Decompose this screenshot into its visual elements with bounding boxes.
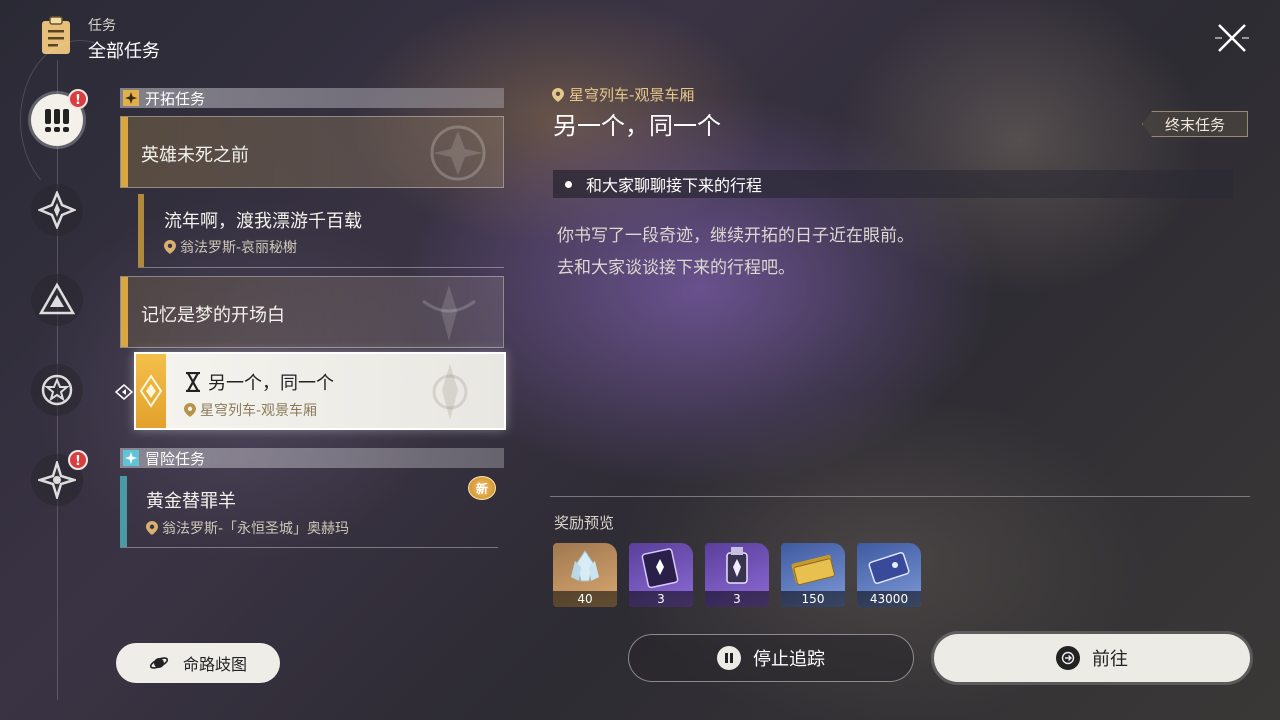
path-map-label: 命路歧图	[182, 655, 247, 674]
divider	[550, 496, 1250, 497]
purple-lantern-icon	[726, 547, 748, 584]
rail-companion-button[interactable]	[31, 274, 83, 326]
quest-emblem-icon	[432, 364, 468, 420]
reward-quantity: 150	[781, 591, 845, 607]
reward-item[interactable]: 3	[705, 543, 769, 607]
quest-title-row: 另一个，同一个	[184, 369, 334, 395]
quest-item[interactable]: 流年啊，渡我漂游千百载 翁法罗斯-哀丽秘榭	[138, 194, 504, 268]
star-badge-icon	[41, 374, 73, 406]
quest-title: 流年啊，渡我漂游千百载	[164, 211, 362, 232]
planet-icon	[149, 657, 169, 669]
reward-quantity: 3	[629, 591, 693, 607]
quest-emblem-icon	[430, 125, 486, 181]
reward-item[interactable]: 150	[781, 543, 845, 607]
quest-accent-bar	[121, 277, 128, 347]
quest-location-text: 翁法罗斯-「永恒圣城」奥赫玛	[162, 521, 350, 537]
triangle-icon	[38, 282, 76, 315]
location-pin-icon	[146, 521, 158, 535]
reward-item[interactable]: 43000	[857, 543, 921, 607]
header-section-label: 任务	[88, 18, 116, 34]
description-line: 去和大家谈谈接下来的行程吧。	[557, 258, 795, 278]
hourglass-icon	[186, 372, 200, 392]
quest-location: 翁法罗斯-哀丽秘榭	[164, 237, 297, 257]
location-pin-icon	[164, 240, 176, 254]
selection-arrow-icon	[114, 384, 134, 400]
reward-item[interactable]: 3	[629, 543, 693, 607]
location-pin-icon	[184, 403, 196, 417]
quest-location-text: 翁法罗斯-哀丽秘榭	[180, 240, 298, 256]
location-pin-icon	[552, 87, 564, 102]
notification-badge: !	[68, 89, 88, 109]
go-label: 前往	[1092, 649, 1128, 670]
credit-card-icon	[868, 552, 910, 584]
trailblaze-section-icon	[123, 90, 139, 106]
quest-item[interactable]: 记忆是梦的开场白	[120, 276, 504, 348]
quest-emblem-icon	[422, 285, 476, 341]
description-line: 你书写了一段奇迹，继续开拓的日子近在眼前。	[557, 226, 914, 246]
rail-trailblaze-button[interactable]	[31, 184, 83, 236]
adventure-section-icon	[123, 450, 139, 466]
quest-title: 另一个，同一个	[208, 373, 334, 394]
notification-badge: !	[68, 450, 88, 470]
quest-item-selected[interactable]: 另一个，同一个 星穹列车-观景车厢	[134, 352, 506, 430]
quest-location: 星穹列车-观景车厢	[184, 400, 317, 420]
quest-accent-bar	[121, 117, 128, 187]
adventure-section-header: 冒险任务	[120, 448, 504, 468]
rail-daily-button[interactable]	[31, 364, 83, 416]
objective-text: 和大家聊聊接下来的行程	[586, 176, 763, 195]
quest-title: 英雄未死之前	[141, 145, 249, 166]
reward-item[interactable]: 40	[553, 543, 617, 607]
stop-tracking-button[interactable]: 停止追踪	[628, 634, 914, 682]
objective-bar: 和大家聊聊接下来的行程	[553, 170, 1233, 198]
reward-quantity: 43000	[857, 591, 921, 607]
purple-book-icon	[641, 548, 679, 589]
detail-title: 另一个，同一个	[553, 112, 721, 140]
quest-location-text: 星穹列车-观景车厢	[200, 403, 318, 419]
quest-description: 你书写了一段奇迹，继续开拓的日子近在眼前。 去和大家谈谈接下来的行程吧。	[557, 220, 914, 284]
detail-location-text: 星穹列车-观景车厢	[569, 86, 695, 104]
quest-accent-bar	[136, 354, 166, 428]
quest-item[interactable]: 黄金替罪羊 翁法罗斯-「永恒圣城」奥赫玛 新	[120, 476, 498, 548]
crystal-icon	[571, 550, 599, 582]
path-map-button[interactable]: 命路歧图	[116, 643, 280, 683]
adventure-section-label: 冒险任务	[145, 449, 206, 468]
trailblaze-section-label: 开拓任务	[145, 89, 206, 108]
quest-accent-bar	[120, 476, 127, 547]
quest-location: 翁法罗斯-「永恒圣城」奥赫玛	[146, 518, 349, 538]
quest-title: 黄金替罪羊	[146, 491, 236, 512]
detail-location: 星穹列车-观景车厢	[552, 84, 694, 105]
reward-preview-label: 奖励预览	[554, 514, 615, 532]
stop-tracking-label: 停止追踪	[753, 649, 825, 670]
reward-quantity: 3	[705, 591, 769, 607]
gold-ticket-icon	[791, 554, 835, 586]
close-icon[interactable]	[1212, 18, 1252, 58]
trailblaze-star-icon	[38, 191, 76, 229]
exclamation-icon	[45, 109, 69, 132]
trailblaze-section-header: 开拓任务	[120, 88, 504, 108]
trailblaze-diamond-icon	[139, 374, 163, 408]
quest-item[interactable]: 英雄未死之前	[120, 116, 504, 188]
final-quest-tag: 终末任务	[1142, 111, 1248, 137]
go-arrow-icon	[1056, 646, 1080, 670]
objective-bullet-icon	[565, 180, 572, 188]
reward-quantity: 40	[553, 591, 617, 607]
quest-accent-bar	[138, 194, 144, 267]
new-badge: 新	[468, 476, 496, 500]
go-button[interactable]: 前往	[934, 634, 1250, 682]
quest-title: 记忆是梦的开场白	[141, 305, 285, 326]
pause-icon	[717, 646, 741, 670]
